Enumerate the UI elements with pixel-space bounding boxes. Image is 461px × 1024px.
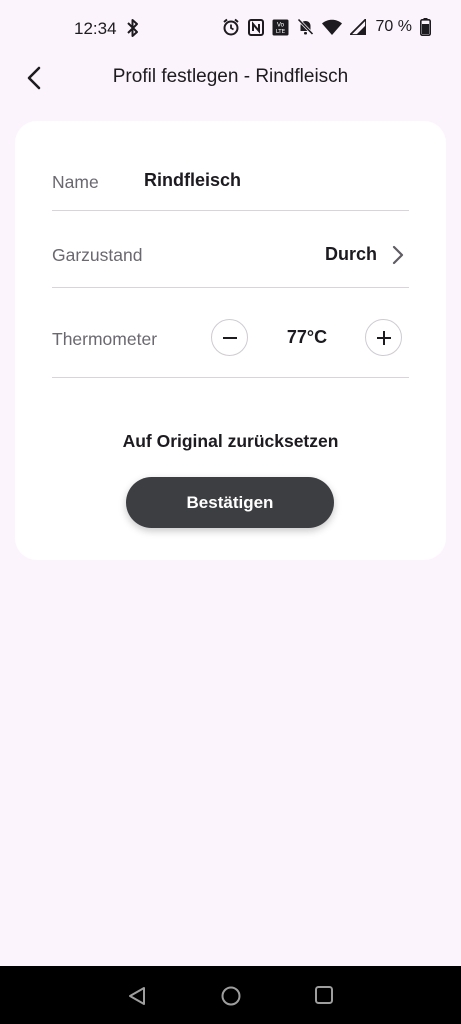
signal-icon xyxy=(349,19,366,35)
increase-temperature-button[interactable] xyxy=(365,319,402,356)
profile-card: Name Rindfleisch Garzustand Durch Thermo… xyxy=(15,121,446,560)
bell-muted-icon xyxy=(296,18,314,36)
garzustand-label: Garzustand xyxy=(52,245,143,265)
battery-icon xyxy=(420,18,431,36)
svg-text:LTE: LTE xyxy=(275,29,285,35)
decrease-temperature-button[interactable] xyxy=(211,319,248,356)
battery-text: 70 % xyxy=(375,18,412,35)
thermometer-row: Thermometer 77°C xyxy=(52,305,409,378)
bluetooth-icon xyxy=(125,18,141,43)
name-value: Rindfleisch xyxy=(144,170,242,190)
confirm-button[interactable]: Bestätigen xyxy=(126,477,334,528)
name-row: Name Rindfleisch xyxy=(52,161,409,211)
status-bar: 12:34 Vo LTE 70 % xyxy=(0,0,461,58)
app-header: Profil festlegen - Rindfleisch xyxy=(0,58,461,98)
nfc-icon xyxy=(247,18,264,36)
chevron-right-icon xyxy=(391,245,405,270)
name-label: Name xyxy=(52,172,99,192)
nav-recents-icon[interactable] xyxy=(314,985,334,1010)
nav-back-icon[interactable] xyxy=(127,985,149,1012)
wifi-icon xyxy=(321,19,342,35)
svg-text:Vo: Vo xyxy=(276,21,284,28)
reset-to-original-link[interactable]: Auf Original zurücksetzen xyxy=(15,431,446,452)
garzustand-row[interactable]: Garzustand Durch xyxy=(52,233,409,288)
status-time: 12:34 xyxy=(74,19,117,38)
minus-icon xyxy=(222,336,237,339)
thermometer-value: 77°C xyxy=(286,327,328,347)
status-icons: Vo LTE 70 % xyxy=(222,18,431,36)
alarm-icon xyxy=(222,18,240,36)
volte-icon: Vo LTE xyxy=(272,19,289,36)
garzustand-value: Durch xyxy=(324,244,377,264)
page-title: Profil festlegen - Rindfleisch xyxy=(112,66,349,87)
thermometer-label: Thermometer xyxy=(52,329,158,349)
plus-icon xyxy=(376,330,391,345)
nav-home-icon[interactable] xyxy=(220,985,242,1012)
system-nav-bar xyxy=(0,966,461,1024)
